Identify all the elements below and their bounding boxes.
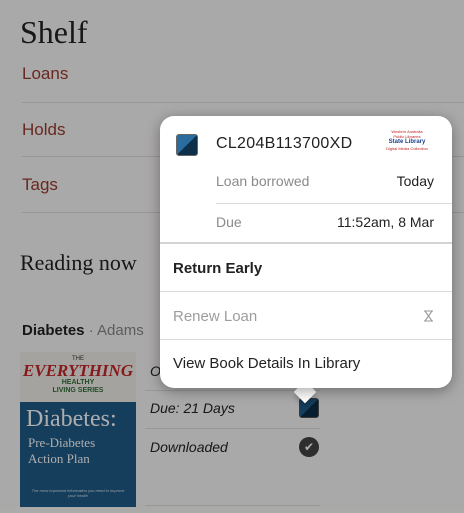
view-book-details-button[interactable]: View Book Details In Library (173, 355, 360, 372)
loan-borrowed-label: Loan borrowed (216, 173, 310, 189)
library-logo: Western Australia Public Libraries State… (386, 129, 428, 157)
due-value: 11:52am, 8 Mar (336, 214, 434, 230)
divider (216, 203, 452, 204)
divider (160, 291, 452, 292)
cover-thumbnail-icon (176, 134, 198, 156)
library-logo-line-2: State Library (388, 139, 426, 145)
due-label: Due (216, 214, 242, 230)
library-logo-line-1: Western Australia Public Libraries (391, 129, 423, 139)
loan-borrowed-value: Today (396, 173, 434, 189)
loan-id: CL204B113700XD (216, 135, 353, 152)
section-divider (160, 242, 452, 244)
library-logo-line-3: Digital Media Collection (386, 146, 428, 151)
return-early-button[interactable]: Return Early (173, 260, 262, 277)
renew-loan-button[interactable]: Renew Loan (173, 308, 257, 325)
divider (160, 339, 452, 340)
hourglass-icon (424, 310, 433, 322)
loan-popover: CL204B113700XD Western Australia Public … (160, 116, 452, 388)
